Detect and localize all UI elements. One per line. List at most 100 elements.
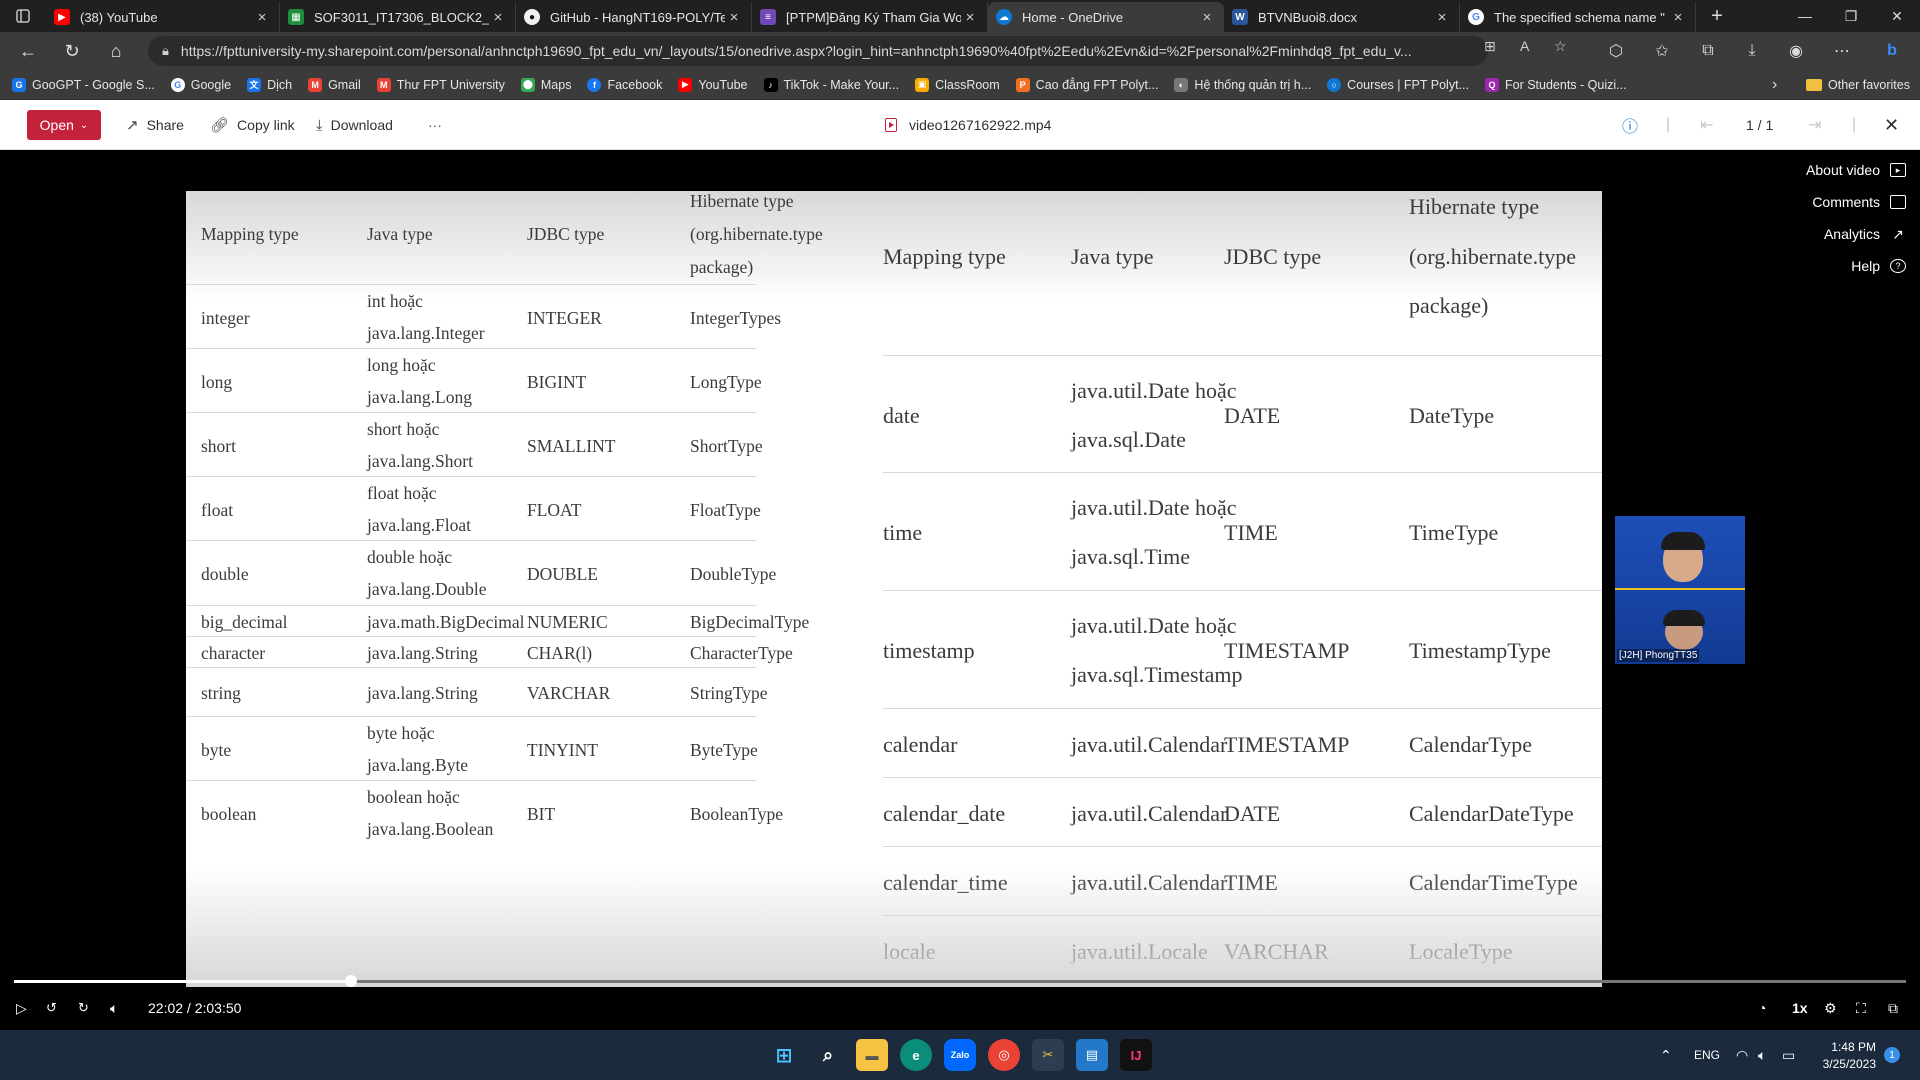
popout-icon[interactable]: ⧉ xyxy=(1888,998,1898,1018)
analytics-link[interactable]: Analytics ↗ xyxy=(1824,226,1906,243)
tab-title: Home - OneDrive xyxy=(1022,9,1124,25)
file-explorer-icon[interactable]: ▬ xyxy=(856,1039,888,1071)
windows-start-icon[interactable]: ⊞ xyxy=(768,1039,800,1071)
bookmark-maps[interactable]: ⬤ Maps xyxy=(520,77,571,92)
restore-icon[interactable]: ❐ xyxy=(1828,0,1874,32)
home-icon[interactable]: ⌂ xyxy=(94,32,138,70)
tab-actions-icon[interactable] xyxy=(0,0,46,32)
close-icon[interactable]: × xyxy=(1433,9,1451,26)
bookmark-tiktok[interactable]: ♪ TikTok - Make Your... xyxy=(763,77,899,92)
extensions-icon[interactable]: ⬡ xyxy=(1596,32,1636,70)
video-file-icon xyxy=(885,118,897,132)
right-cell-java: java.util.Date hoặc xyxy=(1071,378,1237,403)
edge-icon[interactable]: e xyxy=(900,1039,932,1071)
comments-link[interactable]: Comments xyxy=(1812,194,1906,210)
tab-onedrive[interactable]: ☁ Home - OneDrive × xyxy=(988,2,1224,32)
last-page-icon[interactable]: ⇥ xyxy=(1808,100,1821,150)
tab-youtube[interactable]: ▶ (38) YouTube × xyxy=(46,2,280,32)
help-link[interactable]: Help ? xyxy=(1851,258,1906,274)
play-icon[interactable]: ▷ xyxy=(16,998,27,1018)
close-viewer-icon[interactable]: ✕ xyxy=(1884,100,1899,150)
zalo-icon[interactable]: Zalo xyxy=(944,1039,976,1071)
download-icon: ⤓ xyxy=(316,116,323,134)
rewind-10-icon[interactable]: ↺ xyxy=(46,998,57,1018)
tab-word[interactable]: W BTVNBuoi8.docx × xyxy=(1224,2,1460,32)
captions-icon[interactable]: ◔ xyxy=(1758,998,1766,1018)
clock[interactable]: 1:48 PM 3/25/2023 xyxy=(1822,1030,1876,1080)
left-cell-hibernate: CharacterType xyxy=(690,643,793,663)
system-icon: ◐ xyxy=(1174,77,1189,92)
favorites-icon[interactable]: ✩ xyxy=(1642,32,1682,70)
close-icon[interactable]: × xyxy=(489,9,507,26)
share-button[interactable]: ↗ Share xyxy=(126,100,184,150)
more-menu-icon[interactable]: ⋯ xyxy=(1822,32,1862,70)
video-frame[interactable]: Mapping type Java type JDBC type Hiberna… xyxy=(186,191,1602,987)
bookmark-gmail[interactable]: M Gmail xyxy=(308,77,361,92)
new-tab-icon[interactable]: + xyxy=(1702,5,1732,28)
volume-icon[interactable]: 🔈︎ xyxy=(110,998,118,1018)
favorite-star-icon[interactable]: ☆ xyxy=(1554,38,1567,55)
fullscreen-icon[interactable]: ⛶ xyxy=(1856,998,1866,1018)
bookmark-classroom[interactable]: ▣ ClassRoom xyxy=(915,77,1000,92)
bookmark-youtube[interactable]: ▶ YouTube xyxy=(678,77,748,92)
search-icon[interactable]: ⌕ xyxy=(812,1039,844,1071)
bookmark-admin-system[interactable]: ◐ Hệ thống quản trị h... xyxy=(1174,77,1311,92)
bing-icon[interactable]: b xyxy=(1872,32,1912,70)
tab-github[interactable]: ● GitHub - HangNT169-POLY/Tem × xyxy=(516,2,752,32)
chevron-right-icon[interactable]: › xyxy=(1772,70,1777,100)
bookmark-google[interactable]: G Google xyxy=(170,77,231,92)
other-favorites[interactable]: Other favorites xyxy=(1806,70,1910,100)
wifi-icon[interactable]: ◠ xyxy=(1736,1030,1748,1080)
more-actions-button[interactable]: ··· xyxy=(428,100,442,150)
refresh-icon[interactable]: ↻ xyxy=(50,32,94,70)
bookmark-googpt[interactable]: G GooGPT - Google S... xyxy=(12,77,155,92)
left-cell-jdbc: NUMERIC xyxy=(527,612,608,632)
close-icon[interactable]: × xyxy=(961,9,979,26)
close-icon[interactable]: × xyxy=(1198,9,1216,26)
tab-sheets[interactable]: ▦ SOF3011_IT17306_BLOCK2_SP23 × xyxy=(280,2,516,32)
word-icon: W xyxy=(1232,9,1248,25)
bookmark-fpt-mail[interactable]: M Thư FPT University xyxy=(376,77,505,92)
bookmark-dich[interactable]: 文 Dịch xyxy=(247,77,292,92)
language-indicator[interactable]: ENG xyxy=(1694,1030,1720,1080)
chevron-up-icon[interactable]: ⌃ xyxy=(1660,1030,1672,1080)
read-aloud-icon[interactable]: A xyxy=(1520,38,1529,54)
close-icon[interactable]: × xyxy=(253,9,271,26)
tab-google-search[interactable]: G The specified schema name " ei × xyxy=(1460,2,1696,32)
bookmark-facebook[interactable]: f Facebook xyxy=(587,77,662,92)
download-icon[interactable]: ⤓ xyxy=(1732,32,1772,70)
youtube-icon: ▶ xyxy=(54,9,70,25)
download-button[interactable]: ⤓ Download xyxy=(316,100,393,150)
address-bar[interactable]: 🔒︎ https://fpttuniversity-my.sharepoint.… xyxy=(148,36,1488,66)
settings-icon[interactable]: ⚙ xyxy=(1824,998,1837,1018)
row-divider xyxy=(186,667,756,668)
speaker-icon[interactable]: 🔈︎ xyxy=(1758,1030,1766,1080)
close-icon[interactable]: × xyxy=(725,9,743,26)
forward-10-icon[interactable]: ↻ xyxy=(78,998,89,1018)
tab-forms[interactable]: ≡ [PTPM]Đăng Ký Tham Gia Works × xyxy=(752,2,988,32)
snipping-tool-icon[interactable]: ✂ xyxy=(1032,1039,1064,1071)
bookmark-quizizz[interactable]: Q For Students - Quizi... xyxy=(1484,77,1627,92)
intellij-icon[interactable]: IJ xyxy=(1120,1039,1152,1071)
close-icon[interactable]: × xyxy=(1669,9,1687,26)
open-button[interactable]: Open ⌄ xyxy=(27,110,101,140)
profile-icon[interactable]: ◉ xyxy=(1776,32,1816,70)
copy-link-button[interactable]: 🔗︎ Copy link xyxy=(210,100,295,150)
seek-handle[interactable] xyxy=(344,975,357,987)
app-available-icon[interactable]: ⊞ xyxy=(1484,38,1496,55)
speed-button[interactable]: 1x xyxy=(1792,998,1808,1018)
back-icon[interactable]: ← xyxy=(6,32,50,70)
docker-icon[interactable]: ▤ xyxy=(1076,1039,1108,1071)
info-icon[interactable]: ⓘ xyxy=(1622,100,1638,150)
bookmark-fpt-poly[interactable]: P Cao đẳng FPT Polyt... xyxy=(1015,77,1158,92)
minimize-icon[interactable]: — xyxy=(1782,0,1828,32)
battery-icon[interactable]: ▭ xyxy=(1782,1030,1795,1080)
bookmark-courses[interactable]: ○ Courses | FPT Polyt... xyxy=(1327,77,1469,92)
about-video-link[interactable]: About video ▸ xyxy=(1806,162,1906,178)
notification-badge[interactable]: 1 xyxy=(1884,1030,1900,1080)
chrome-icon[interactable]: ◎ xyxy=(988,1039,1020,1071)
close-window-icon[interactable]: ✕ xyxy=(1874,0,1920,32)
seek-bar[interactable] xyxy=(14,975,1906,987)
first-page-icon[interactable]: ⇤ xyxy=(1700,100,1713,150)
collections-icon[interactable]: ⧉ xyxy=(1688,32,1728,70)
